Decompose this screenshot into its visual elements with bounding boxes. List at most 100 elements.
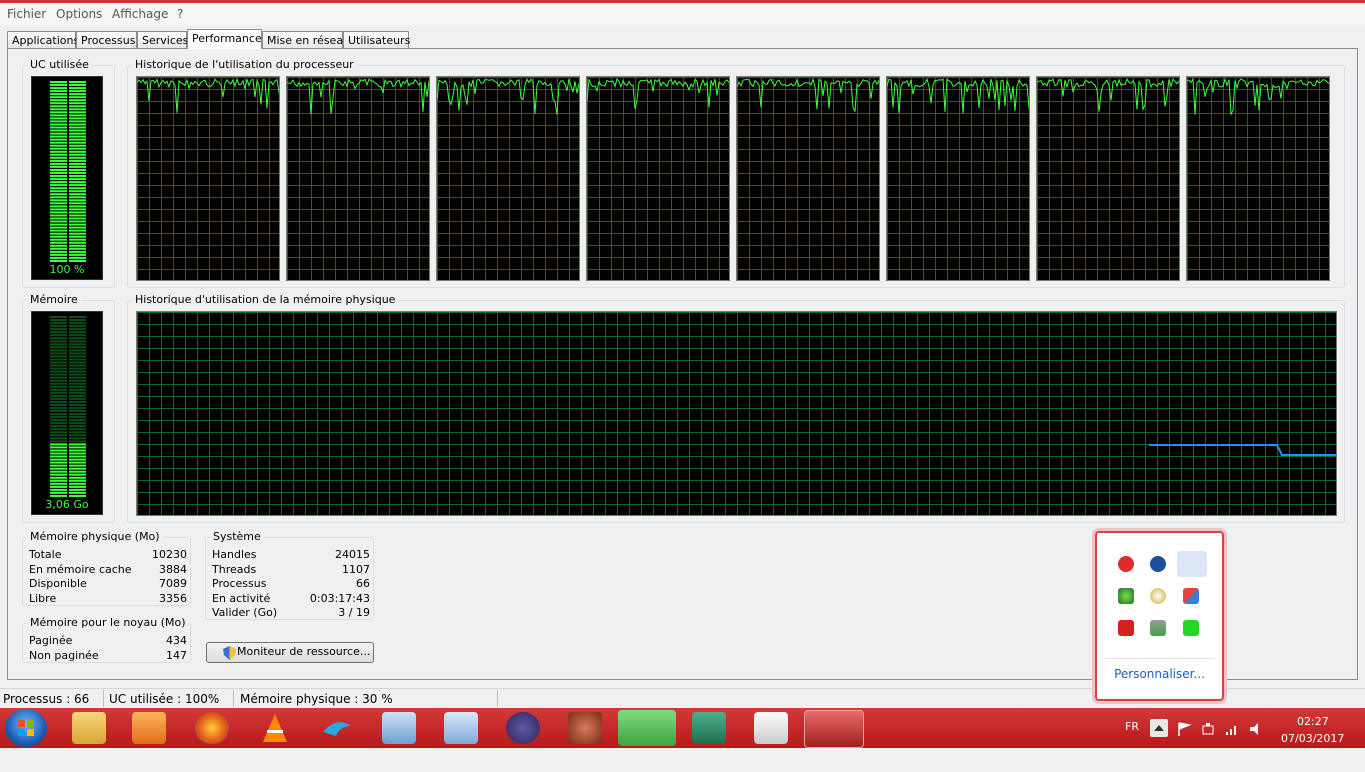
stat-row: En activité 0:03:17:43	[212, 592, 370, 605]
meter-segment	[69, 385, 86, 388]
meter-segment	[69, 187, 86, 190]
meter-segment	[69, 449, 86, 452]
meter-segment	[50, 190, 67, 193]
virtual-box-icon[interactable]	[382, 712, 416, 744]
eclipse-icon[interactable]	[506, 712, 540, 744]
show-hidden-icons-button[interactable]	[1150, 719, 1168, 737]
android-studio-icon[interactable]	[618, 710, 676, 746]
cpu-core-graph	[736, 76, 880, 281]
meter-segment	[50, 428, 67, 431]
window-app-icon[interactable]	[754, 712, 788, 744]
meter-segment	[69, 102, 86, 105]
meter-segment	[50, 491, 67, 494]
meter-segment	[69, 250, 86, 253]
meter-segment	[50, 141, 67, 144]
cube-app-icon[interactable]	[444, 712, 478, 744]
stat-row: Valider (Go) 3 / 19	[212, 606, 370, 619]
clock-date[interactable]: 07/03/2017	[1281, 732, 1344, 772]
meter-segment	[50, 150, 67, 153]
meter-segment	[69, 175, 86, 177]
meter-segment	[69, 425, 86, 428]
meter-segment	[69, 232, 86, 235]
dolphin-icon[interactable]	[320, 712, 354, 744]
usb-safe-icon[interactable]	[1150, 620, 1166, 636]
meter-segment	[69, 93, 86, 96]
flag-icon[interactable]	[1176, 721, 1192, 761]
meter-segment	[69, 349, 86, 352]
disc-icon[interactable]	[1150, 588, 1166, 604]
meter-segment	[50, 114, 67, 117]
cpu-usage-value: 100 %	[49, 263, 85, 276]
kernel-memory-group: Mémoire pour le noyau (Mo) Paginée 434 No…	[22, 616, 191, 663]
volume-icon[interactable]	[1248, 721, 1264, 761]
beats-icon[interactable]	[1118, 556, 1134, 572]
power-icon[interactable]	[1200, 721, 1216, 761]
menu-fichier[interactable]: Fichier	[7, 7, 46, 21]
ms-project-icon[interactable]	[692, 712, 726, 744]
pen-tablet-icon[interactable]	[1177, 551, 1207, 577]
menu-help[interactable]: ?	[177, 7, 183, 21]
customize-link[interactable]: Personnaliser...	[1097, 667, 1222, 681]
meter-segment	[69, 96, 86, 99]
meter-segment	[69, 391, 86, 394]
tab-processus[interactable]: Processus	[76, 31, 137, 48]
tab-applications[interactable]: Applications	[7, 31, 79, 48]
meter-segment	[50, 244, 67, 247]
network-signal-icon[interactable]	[1224, 721, 1240, 761]
meter-segment	[69, 443, 86, 446]
meter-segment	[50, 126, 67, 129]
network-app-icon[interactable]	[1118, 588, 1134, 604]
resource-monitor-button[interactable]: Moniteur de ressource...	[206, 642, 374, 663]
meter-segment	[69, 476, 86, 479]
stat-row: Libre 3356	[29, 592, 187, 605]
meter-segment	[69, 144, 86, 147]
cpu-core-graph	[886, 76, 1030, 281]
meter-segment	[50, 111, 67, 114]
menu-options[interactable]: Options	[56, 7, 102, 21]
ruby-app-icon[interactable]	[568, 712, 602, 744]
meter-segment	[50, 159, 67, 162]
tab-performance[interactable]: Performance	[187, 29, 262, 49]
tab-mise-en-reseau[interactable]: Mise en réseau	[262, 31, 350, 48]
firefox-icon[interactable]	[195, 712, 229, 744]
bluetooth-icon[interactable]	[1150, 556, 1166, 572]
media-player-icon[interactable]	[132, 712, 166, 744]
green-square-icon[interactable]	[1183, 620, 1199, 636]
menu-affichage[interactable]: Affichage	[112, 7, 168, 21]
meter-segment	[50, 211, 67, 214]
meter-segment	[69, 394, 86, 397]
cpu-core-graph	[136, 76, 280, 281]
meter-segment	[69, 470, 86, 473]
meter-segment	[50, 181, 67, 184]
meter-segment	[50, 102, 67, 105]
meter-segment	[50, 485, 67, 488]
cpu-meter-bars	[50, 81, 86, 262]
tab-services[interactable]: Services	[137, 31, 188, 48]
language-indicator[interactable]: FR	[1125, 720, 1139, 760]
vlc-icon[interactable]	[258, 712, 292, 744]
meter-segment	[50, 93, 67, 96]
start-button[interactable]	[5, 709, 47, 747]
system-group: Système Handles 24015 Threads 1107 Process…	[205, 530, 374, 620]
file-explorer-icon[interactable]	[72, 712, 106, 744]
cpu-history-line	[437, 78, 579, 115]
meter-segment	[69, 422, 86, 425]
meter-segment	[50, 373, 67, 376]
meter-segment	[50, 260, 67, 262]
task-manager-icon[interactable]	[804, 710, 864, 748]
meter-segment	[50, 217, 67, 220]
tab-utilisateurs[interactable]: Utilisateurs	[343, 31, 410, 48]
avg-icon[interactable]	[1183, 588, 1199, 604]
meter-segment	[69, 253, 86, 256]
meter-segment	[50, 250, 67, 253]
physical-memory-title: Mémoire physique (Mo)	[27, 530, 163, 543]
memory-history-group: Historique d'utilisation de la mémoire p…	[127, 293, 1345, 523]
meter-segment	[50, 162, 67, 165]
taskbar: FR 02:27 07/03/2017	[0, 708, 1365, 748]
meter-segment	[69, 208, 86, 211]
meter-segment	[69, 217, 86, 220]
stat-row: Processus 66	[212, 577, 370, 590]
ati-icon[interactable]	[1118, 620, 1134, 636]
meter-segment	[50, 132, 67, 135]
meter-segment	[50, 175, 67, 177]
